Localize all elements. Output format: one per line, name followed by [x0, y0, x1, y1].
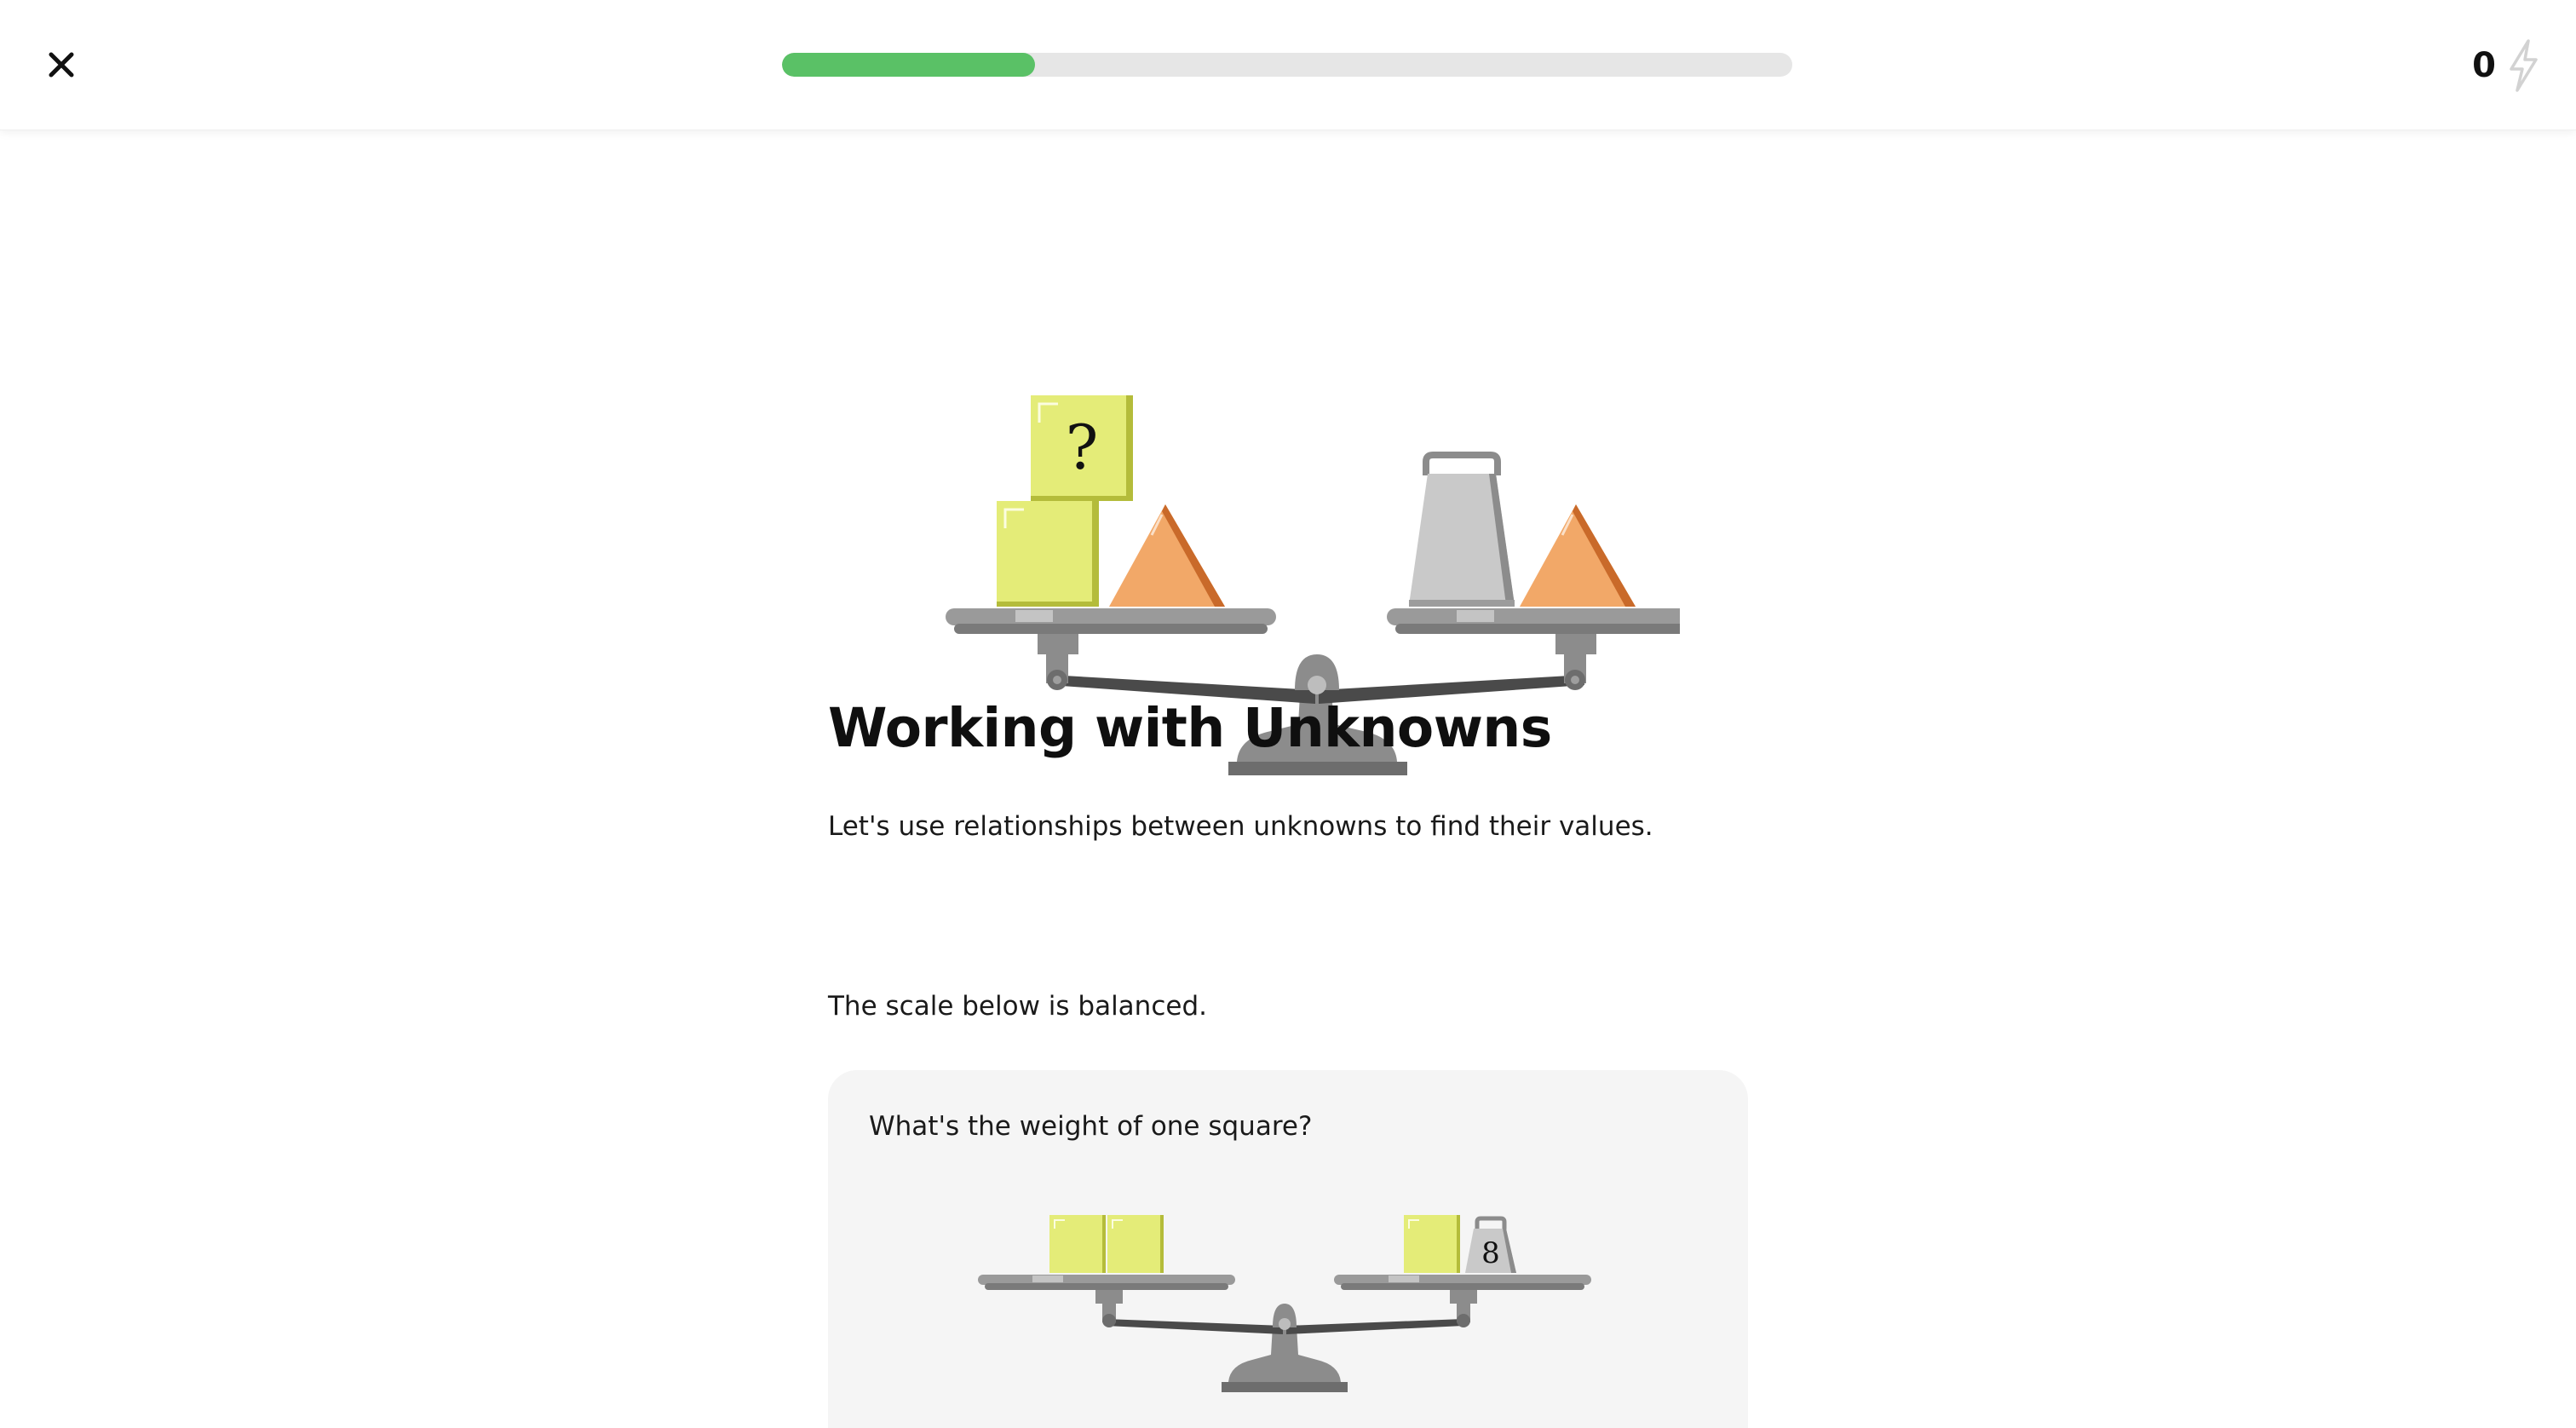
unknown-square-block: ? [1031, 395, 1133, 501]
question-text: What's the weight of one square? [869, 1111, 1313, 1142]
lesson-intro: Let's use relationships between unknowns… [828, 811, 1653, 842]
close-button[interactable] [39, 43, 83, 87]
lesson-title: Working with Unknowns [828, 697, 1552, 759]
left-pan [946, 608, 1276, 625]
energy-count: 0 [2472, 46, 2496, 85]
square-block [997, 501, 1099, 607]
close-icon [49, 52, 74, 78]
square-block [1404, 1215, 1460, 1273]
triangle-block [1520, 504, 1636, 607]
lesson-progress-fill [782, 53, 1035, 77]
right-pan [1387, 608, 1680, 625]
scale-base [1228, 762, 1407, 775]
triangle-block [1109, 504, 1225, 607]
question-mark-label: ? [1066, 412, 1099, 483]
weight-block: 8 [1465, 1216, 1516, 1273]
weight-block [1409, 452, 1515, 607]
lesson-progress-bar [782, 53, 1792, 77]
weight-label: 8 [1481, 1236, 1500, 1270]
scale-pivot-pin [1308, 676, 1326, 694]
square-block [1049, 1215, 1106, 1273]
top-bar: 0 [0, 0, 2576, 130]
lesson-content: ? Working with Unknowns Let's use relati… [828, 130, 1748, 1428]
square-block [1107, 1215, 1164, 1273]
lesson-prompt: The scale below is balanced. [828, 991, 1207, 1022]
question-scale-illustration: 8 [978, 1172, 1598, 1402]
lightning-icon [2510, 39, 2538, 92]
energy-counter[interactable]: 0 [2472, 36, 2542, 95]
question-card: What's the weight of one square? 8 [828, 1070, 1748, 1428]
